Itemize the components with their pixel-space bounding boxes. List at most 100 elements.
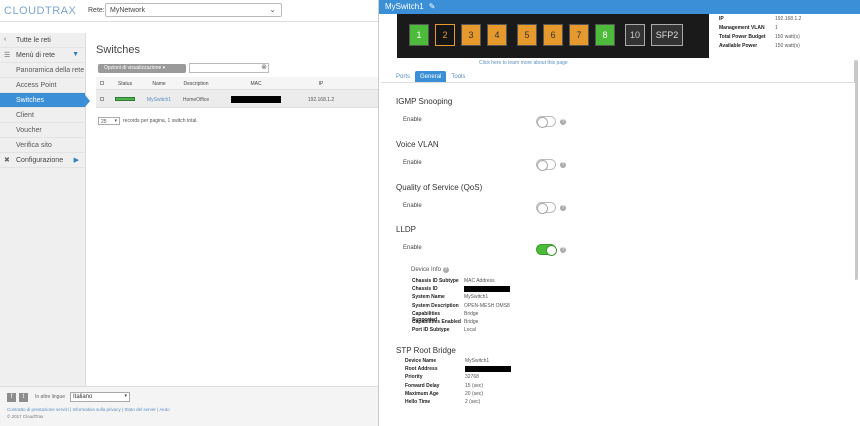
- general-settings: IGMP Snooping Enable ? Voice VLAN Enable…: [381, 82, 855, 416]
- column-header-name[interactable]: Name: [142, 77, 176, 89]
- sidebar-item-label: Configurazione: [16, 157, 64, 164]
- sidebar-item-switches[interactable]: Switches: [0, 93, 90, 108]
- table-header: Status Name Description MAC IP: [96, 77, 378, 90]
- switch-description: HomeOffice: [182, 97, 210, 103]
- voice-vlan-title: Voice VLAN: [396, 140, 439, 149]
- panel-title: MySwitch1: [385, 2, 424, 11]
- help-icon[interactable]: ?: [560, 119, 566, 125]
- column-header-mac[interactable]: MAC: [216, 77, 296, 89]
- view-options-label: Opzioni di visualizzazione: [104, 65, 162, 71]
- sidebar-item-site-survey[interactable]: Verifica sito: [0, 138, 85, 153]
- device-info-key: Chassis ID: [412, 286, 438, 293]
- device-info-key: System Description: [412, 302, 459, 309]
- sidebar-item-label: Voucher: [16, 127, 42, 134]
- sidebar-item-label: Client: [16, 112, 34, 119]
- edit-icon[interactable]: ✎: [429, 2, 436, 11]
- stp-value: 20 (sec): [465, 390, 484, 397]
- column-header-description[interactable]: Description: [176, 77, 216, 89]
- page-size-value: 25: [101, 119, 107, 125]
- igmp-title: IGMP Snooping: [396, 97, 453, 106]
- sidebar-item-voucher[interactable]: Voucher: [0, 123, 85, 138]
- device-info-table: Chassis ID Subtype MAC Address Chassis ID…: [412, 278, 510, 335]
- port-2[interactable]: 2: [435, 24, 455, 46]
- sidebar-item-network-overview[interactable]: Panoramica della rete: [0, 63, 85, 78]
- chevron-left-icon: ‹: [4, 36, 7, 43]
- view-options-button[interactable]: Opzioni di visualizzazione ▾: [98, 64, 186, 73]
- row-checkbox[interactable]: [96, 90, 108, 107]
- page-size-select[interactable]: 25 ▾: [98, 117, 120, 125]
- stp-value: 32768: [465, 374, 479, 381]
- voice-vlan-toggle[interactable]: [536, 159, 556, 171]
- network-select[interactable]: MyNetwork ⌄: [105, 3, 282, 17]
- root-address-redacted: [465, 366, 511, 374]
- port-8[interactable]: 8: [595, 24, 615, 46]
- port-7[interactable]: 7: [569, 24, 589, 46]
- column-header-ip[interactable]: IP: [296, 77, 346, 89]
- footer-links[interactable]: Contratto di prestazione servizi | Infor…: [7, 407, 170, 412]
- device-info-key: Capabilities Supported: [412, 310, 441, 323]
- igmp-enable-label: Enable: [403, 117, 422, 123]
- sidebar: ‹ Tutte le reti ☰ Menù di rete ▼ Panoram…: [0, 33, 90, 390]
- top-bar: CLOUDTRAX Rete: MyNetwork ⌄: [0, 0, 378, 22]
- info-value: 192.168.1.2: [775, 16, 802, 22]
- learn-more-link[interactable]: Click here to learn more about this page: [479, 60, 568, 66]
- sidebar-item-configuration[interactable]: ✖ Configurazione ▶: [0, 153, 85, 168]
- facebook-icon[interactable]: f: [7, 393, 16, 402]
- stp-key: Priority: [405, 374, 423, 381]
- help-icon[interactable]: ?: [560, 205, 566, 211]
- chevron-down-icon: ▾: [124, 393, 127, 399]
- port-5[interactable]: 5: [517, 24, 537, 46]
- cloudtrax-logo[interactable]: CLOUDTRAX: [4, 5, 76, 17]
- stp-key: Device Name: [405, 358, 437, 364]
- device-info-value: MAC Address: [464, 278, 495, 284]
- sidebar-item-all-networks[interactable]: ‹ Tutte le reti: [0, 33, 85, 48]
- device-info-key: Capabilities Enabled: [412, 318, 461, 325]
- stp-table: Device Name MySwitch1 Root Address Priori…: [405, 358, 511, 407]
- caret-down-icon: ▼: [72, 51, 79, 58]
- info-key: Available Power: [719, 43, 758, 49]
- clear-icon[interactable]: ⊗: [261, 64, 267, 72]
- help-icon[interactable]: ?: [560, 162, 566, 168]
- port-4[interactable]: 4: [487, 24, 507, 46]
- sidebar-item-client[interactable]: Client: [0, 108, 85, 123]
- status-indicator: [108, 90, 142, 107]
- qos-toggle[interactable]: [536, 202, 556, 214]
- help-icon[interactable]: ?: [442, 267, 449, 273]
- panel-header: MySwitch1 ✎: [379, 0, 860, 14]
- table-row[interactable]: MySwitch1 HomeOffice 192.168.1.2: [96, 90, 378, 108]
- info-key: IP: [719, 16, 724, 22]
- social-links: f t: [7, 393, 28, 402]
- device-info-key: Port ID Subtype: [412, 327, 450, 334]
- column-header-status[interactable]: Status: [108, 77, 142, 89]
- language-label: In altre lingue: [35, 394, 66, 400]
- sidebar-item-access-point[interactable]: Access Point: [0, 78, 85, 93]
- footer: f t In altre lingue Italiano ▾ Contratto…: [0, 386, 378, 426]
- switch-mac-redacted: [216, 90, 296, 107]
- sidebar-item-label: Panoramica della rete: [16, 67, 85, 74]
- page-title: Switches: [96, 44, 141, 56]
- switch-port-diagram: 1 2 3 4 5 6 7 8 10 SFP2: [397, 14, 709, 58]
- port-6[interactable]: 6: [543, 24, 563, 46]
- igmp-toggle[interactable]: [536, 116, 556, 128]
- lldp-toggle[interactable]: [536, 244, 557, 256]
- select-all-checkbox[interactable]: [96, 77, 108, 89]
- switch-name-link[interactable]: MySwitch1: [142, 90, 176, 107]
- language-select[interactable]: Italiano ▾: [70, 392, 130, 402]
- port-sfp2[interactable]: SFP2: [651, 24, 683, 46]
- device-info-title: Device Info ?: [411, 267, 449, 273]
- info-value: 1: [775, 25, 778, 31]
- caret-right-icon: ▶: [73, 157, 79, 164]
- port-10[interactable]: 10: [625, 24, 645, 46]
- stp-title: STP Root Bridge: [396, 346, 456, 355]
- twitter-icon[interactable]: t: [19, 393, 28, 402]
- language-value: Italiano: [73, 394, 93, 400]
- search-input[interactable]: ⊗: [189, 63, 269, 73]
- lldp-enable-label: Enable: [403, 245, 422, 251]
- port-1[interactable]: 1: [409, 24, 429, 46]
- sidebar-item-network-menu[interactable]: ☰ Menù di rete ▼: [0, 48, 85, 63]
- stp-value: MySwitch1: [465, 358, 490, 364]
- port-3[interactable]: 3: [461, 24, 481, 46]
- help-icon[interactable]: ?: [560, 247, 566, 253]
- info-key: Management VLAN: [719, 25, 765, 31]
- qos-enable-label: Enable: [403, 203, 422, 209]
